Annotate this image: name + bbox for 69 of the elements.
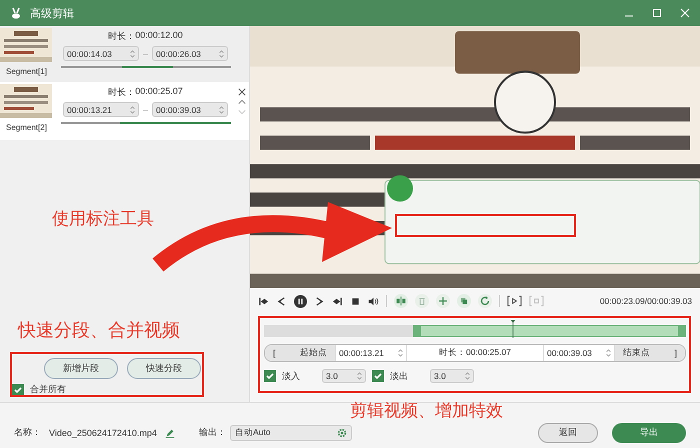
playhead[interactable] xyxy=(510,320,516,338)
annotation-text: 快速分段、合并视频 xyxy=(18,319,180,342)
volume-icon[interactable] xyxy=(368,296,379,306)
range-handle[interactable] xyxy=(412,325,421,337)
timeline-track[interactable] xyxy=(264,325,686,337)
quick-split-button[interactable]: 快速分段 xyxy=(127,358,201,379)
spinner-arrows-icon[interactable] xyxy=(398,348,403,358)
pencil-icon[interactable] xyxy=(164,428,175,438)
checkbox-label: 合并所有 xyxy=(30,383,66,396)
skip-start-icon[interactable] xyxy=(258,296,269,306)
reset-icon[interactable] xyxy=(478,294,492,308)
duration-value: 00:00:25.07 xyxy=(466,347,511,359)
segment-label: Segment[1] xyxy=(5,67,48,76)
set-end-button[interactable]: 结束点 ] xyxy=(615,345,685,361)
playback-time: 00:00:23.09/00:00:39.03 xyxy=(600,296,692,306)
duration-label: 时长： xyxy=(439,347,466,359)
segment-label: Segment[2] xyxy=(5,123,48,132)
checkbox[interactable] xyxy=(12,384,24,396)
end-time-field[interactable]: 00:00:39.03 xyxy=(152,102,228,117)
add-segment-button[interactable]: 新增片段 xyxy=(44,358,118,379)
pause-icon[interactable] xyxy=(294,294,307,308)
maximize-icon[interactable] xyxy=(652,8,662,18)
duration-label: 时长： xyxy=(108,86,136,99)
segment-item[interactable]: Segment[2] 时长：00:00:25.07 00:00:13.21 – 00:00:39.03 xyxy=(0,82,249,140)
duration-label: 时长： xyxy=(108,30,136,43)
add-icon[interactable] xyxy=(436,294,450,308)
delete-icon[interactable] xyxy=(415,294,429,308)
duration-value: 00:00:25.07 xyxy=(135,86,183,98)
spinner-arrows-icon[interactable] xyxy=(219,104,224,114)
output-dropdown[interactable]: 自动Auto xyxy=(230,424,352,440)
fade-duration-field[interactable]: 3.0 xyxy=(430,369,474,383)
skip-end-icon[interactable] xyxy=(332,296,343,306)
annotation-text: 剪辑视频、增加特效 xyxy=(350,400,503,422)
move-up-icon[interactable] xyxy=(238,98,246,106)
spinner-arrows-icon[interactable] xyxy=(357,371,362,381)
spinner-arrows-icon[interactable] xyxy=(130,104,135,114)
preview-play-icon[interactable] xyxy=(507,295,522,307)
range-separator: – xyxy=(142,104,148,114)
annotation-text: 使用标注工具 xyxy=(52,208,154,230)
checkbox[interactable] xyxy=(372,370,384,382)
next-frame-icon[interactable] xyxy=(314,296,325,306)
duration-value: 00:00:12.00 xyxy=(135,30,183,42)
stop-icon[interactable] xyxy=(350,296,361,306)
checkbox-label: 淡出 xyxy=(390,370,409,382)
range-separator: – xyxy=(142,48,148,58)
window-title: 高级剪辑 xyxy=(30,6,74,20)
spinner-arrows-icon[interactable] xyxy=(219,48,224,58)
start-time-field[interactable]: 00:00:13.21 xyxy=(62,102,139,117)
export-button[interactable]: 导出 xyxy=(612,422,686,442)
back-button[interactable]: 返回 xyxy=(538,422,598,442)
gear-icon[interactable] xyxy=(336,428,347,438)
split-icon[interactable] xyxy=(394,294,408,308)
start-time-field[interactable]: 00:00:13.21 xyxy=(335,345,407,361)
previous-frame-icon[interactable] xyxy=(276,296,287,306)
close-icon[interactable] xyxy=(238,88,246,96)
range-handle[interactable] xyxy=(678,325,686,337)
copy-icon[interactable] xyxy=(457,294,471,308)
name-label: 名称： xyxy=(14,426,41,439)
checkbox[interactable] xyxy=(264,370,276,382)
output-label: 输出： xyxy=(198,426,226,439)
file-name: Video_250624172410.mp4 xyxy=(49,428,157,438)
spinner-arrows-icon[interactable] xyxy=(465,371,470,381)
spinner-arrows-icon[interactable] xyxy=(130,48,135,58)
spinner-arrows-icon[interactable] xyxy=(606,348,611,358)
set-start-button[interactable]: [ 起始点 xyxy=(265,345,335,361)
fade-duration-field[interactable]: 3.0 xyxy=(322,369,366,383)
end-time-field[interactable]: 00:00:26.03 xyxy=(152,46,228,61)
checkbox-label: 淡入 xyxy=(282,370,301,382)
start-time-field[interactable]: 00:00:14.03 xyxy=(62,46,139,61)
